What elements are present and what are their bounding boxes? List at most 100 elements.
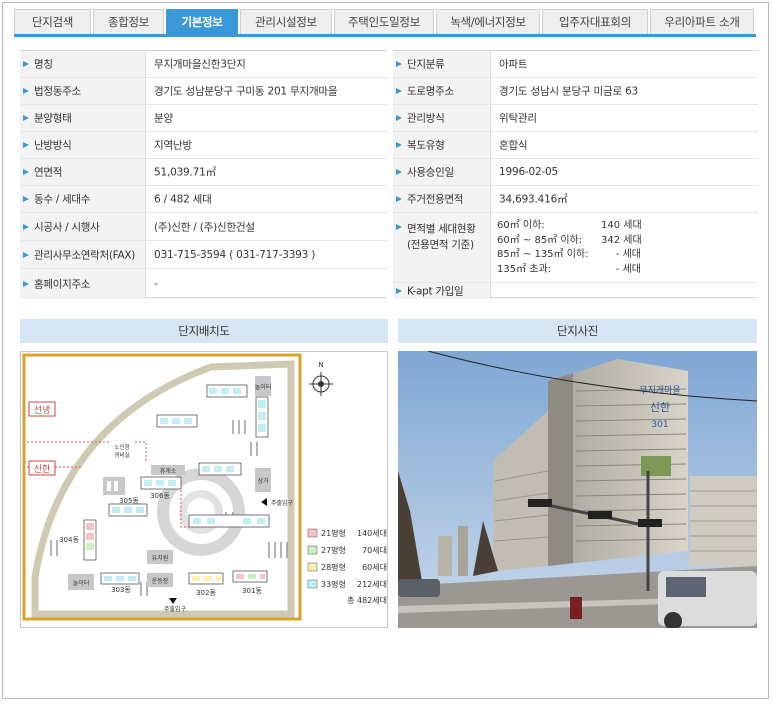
tab-residents-council[interactable]: 입주자대표회의 bbox=[542, 9, 648, 34]
facility-kindergarten: 유치원 bbox=[152, 554, 169, 562]
tab-apartment-intro[interactable]: 우리아파트 소개 bbox=[650, 9, 754, 34]
tab-basic-info[interactable]: 기본정보 bbox=[166, 9, 238, 34]
tab-overview[interactable]: 종합정보 bbox=[93, 9, 164, 34]
info-value: 34,693.416㎡ bbox=[499, 193, 568, 206]
info-label: 명칭 bbox=[34, 58, 53, 71]
svg-text:27평형: 27평형 bbox=[321, 545, 346, 555]
building-306: 306동 bbox=[150, 492, 170, 500]
facility-playfield: 운동장 bbox=[152, 577, 169, 585]
tab-delivery-info[interactable]: 주택인도일정보 bbox=[334, 9, 434, 34]
info-value: 031-715-3594 ( 031-717-3393 ) bbox=[154, 248, 316, 261]
info-row: 동수 / 세대수 6 / 482 세대 bbox=[20, 186, 387, 213]
info-label: 분양형태 bbox=[34, 112, 72, 125]
tab-facility-info[interactable]: 관리시설정보 bbox=[240, 9, 332, 34]
bullet-arrow-icon bbox=[396, 115, 402, 121]
info-row: 사용승인일 1996-02-05 bbox=[393, 159, 758, 186]
entrance-arrow-icon bbox=[261, 498, 267, 506]
bullet-arrow-icon bbox=[23, 115, 29, 121]
building-302: 302동 bbox=[196, 589, 216, 597]
facility-senior-center: 노인정 bbox=[114, 444, 129, 451]
bullet-arrow-icon bbox=[23, 142, 29, 148]
facility-rest-area: 휴게소 bbox=[160, 467, 177, 475]
info-value: 아파트 bbox=[499, 58, 528, 71]
size-legend: 21평형 140세대 27평형 70세대 28평형 60세대 33평형 212세… bbox=[307, 528, 387, 605]
bullet-arrow-icon bbox=[396, 61, 402, 67]
info-row: K-apt 가입일 bbox=[393, 283, 758, 299]
svg-text:70세대: 70세대 bbox=[362, 546, 387, 555]
bullet-arrow-icon bbox=[396, 142, 402, 148]
building-303: 303동 bbox=[111, 586, 131, 594]
info-row: 관리사무소연락처(FAX) 031-715-3594 ( 031-717-339… bbox=[20, 241, 387, 269]
facility-guard-office: 경비실 bbox=[114, 451, 129, 459]
entrance-east: 주출입구 bbox=[271, 499, 294, 507]
info-row: 분양형태 분양 bbox=[20, 105, 387, 132]
building-304: 304동 bbox=[59, 536, 79, 544]
info-label: 주거전용면적 bbox=[407, 193, 464, 206]
legend-total: 총 482세대 bbox=[347, 596, 387, 605]
info-value: 6 / 482 세대 bbox=[154, 193, 212, 206]
info-value: 혼합식 bbox=[499, 139, 528, 152]
facility-playground-1: 놀이터 bbox=[255, 383, 272, 391]
bullet-arrow-icon bbox=[23, 281, 29, 287]
info-value: 위탁관리 bbox=[499, 112, 537, 125]
info-label: 연면적 bbox=[34, 166, 63, 179]
building-sign-2: 신한 bbox=[650, 401, 670, 414]
svg-text:28평형: 28평형 bbox=[321, 562, 346, 572]
bullet-arrow-icon bbox=[23, 196, 29, 202]
bullet-arrow-icon bbox=[396, 88, 402, 94]
entrance-arrow-icon bbox=[169, 598, 177, 604]
entrance-south: 주출입구 bbox=[164, 605, 187, 613]
info-row: 주거전용면적 34,693.416㎡ bbox=[393, 186, 758, 213]
info-label: 복도유형 bbox=[407, 139, 445, 152]
bullet-arrow-icon bbox=[23, 251, 29, 258]
bullet-arrow-icon bbox=[23, 169, 29, 175]
bullet-arrow-icon bbox=[396, 169, 402, 175]
north-compass-icon bbox=[309, 372, 333, 396]
info-row: 법정동주소 경기도 성남분당구 구미동 201 무지개마을 bbox=[20, 78, 387, 105]
info-value: 분양 bbox=[154, 112, 173, 125]
info-row: 도로명주소 경기도 성남시 분당구 미금로 63 bbox=[393, 78, 758, 105]
area-row: 60㎡ 이하: 140 세대 bbox=[497, 220, 642, 231]
area-breakdown-row: 면적별 세대현황 (전용면적 기준) 60㎡ 이하: 140 세대 60㎡ ~ 85… bbox=[393, 213, 758, 283]
area-label-shinhan: 신한 bbox=[34, 464, 51, 475]
info-label: 홈페이지주소 bbox=[34, 278, 91, 291]
info-label: 동수 / 세대수 bbox=[34, 193, 91, 206]
bullet-arrow-icon bbox=[23, 61, 29, 67]
bullet-arrow-icon bbox=[396, 288, 402, 294]
info-label: 난방방식 bbox=[34, 139, 72, 152]
building-301: 301동 bbox=[242, 587, 262, 595]
area-label-sunnaeng: 선냉 bbox=[34, 405, 51, 416]
tab-green-energy[interactable]: 녹색/에너지정보 bbox=[436, 9, 540, 34]
tab-complex-search[interactable]: 단지검색 bbox=[14, 9, 91, 34]
info-label: 법정동주소 bbox=[34, 85, 81, 98]
info-row: 연면적 51,039.71㎡ bbox=[20, 159, 387, 186]
info-value: 경기도 성남시 분당구 미금로 63 bbox=[499, 85, 639, 98]
facility-store: 상가 bbox=[257, 477, 269, 485]
info-label: K-apt 가입일 bbox=[407, 285, 464, 298]
info-value: 지역난방 bbox=[154, 139, 192, 152]
info-label: 시공사 / 시행사 bbox=[34, 221, 100, 233]
building-sign-3: 301 bbox=[651, 420, 668, 430]
info-label: 관리사무소연락처(FAX) bbox=[34, 249, 136, 261]
svg-text:140세대: 140세대 bbox=[357, 529, 387, 538]
info-value: 무지개마을신한3단지 bbox=[154, 58, 246, 71]
bullet-arrow-icon bbox=[23, 223, 29, 230]
bullet-arrow-icon bbox=[23, 88, 29, 94]
basic-info-table-right: 단지분류 아파트 도로명주소 경기도 성남시 분당구 미금로 63 관리방식 위… bbox=[393, 50, 758, 299]
complex-photo: 무지개마을 신한 301 bbox=[398, 351, 757, 628]
north-label: N bbox=[318, 361, 323, 369]
info-row: 복도유형 혼합식 bbox=[393, 132, 758, 159]
info-value: 경기도 성남분당구 구미동 201 무지개마을 bbox=[154, 85, 338, 98]
info-label: 사용승인일 bbox=[407, 166, 454, 179]
svg-text:212세대: 212세대 bbox=[357, 580, 387, 589]
building-305: 305동 bbox=[119, 497, 139, 505]
homepage-link[interactable]: - bbox=[154, 278, 158, 290]
area-row: 135㎡ 초과: - 세대 bbox=[497, 263, 641, 275]
bullet-arrow-icon bbox=[396, 224, 402, 230]
area-label-line1: 면적별 세대현황 bbox=[407, 223, 476, 235]
basic-info-table-left: 명칭 무지개마을신한3단지 법정동주소 경기도 성남분당구 구미동 201 무지… bbox=[20, 50, 387, 299]
tab-bar: 단지검색 종합정보 기본정보 관리시설정보 주택인도일정보 녹색/에너지정보 입… bbox=[14, 9, 756, 37]
area-row: 85㎡ ~ 135㎡ 이하: - 세대 bbox=[497, 249, 641, 260]
area-label-line2: (전용면적 기준) bbox=[407, 239, 474, 251]
info-label: 단지분류 bbox=[407, 58, 445, 71]
